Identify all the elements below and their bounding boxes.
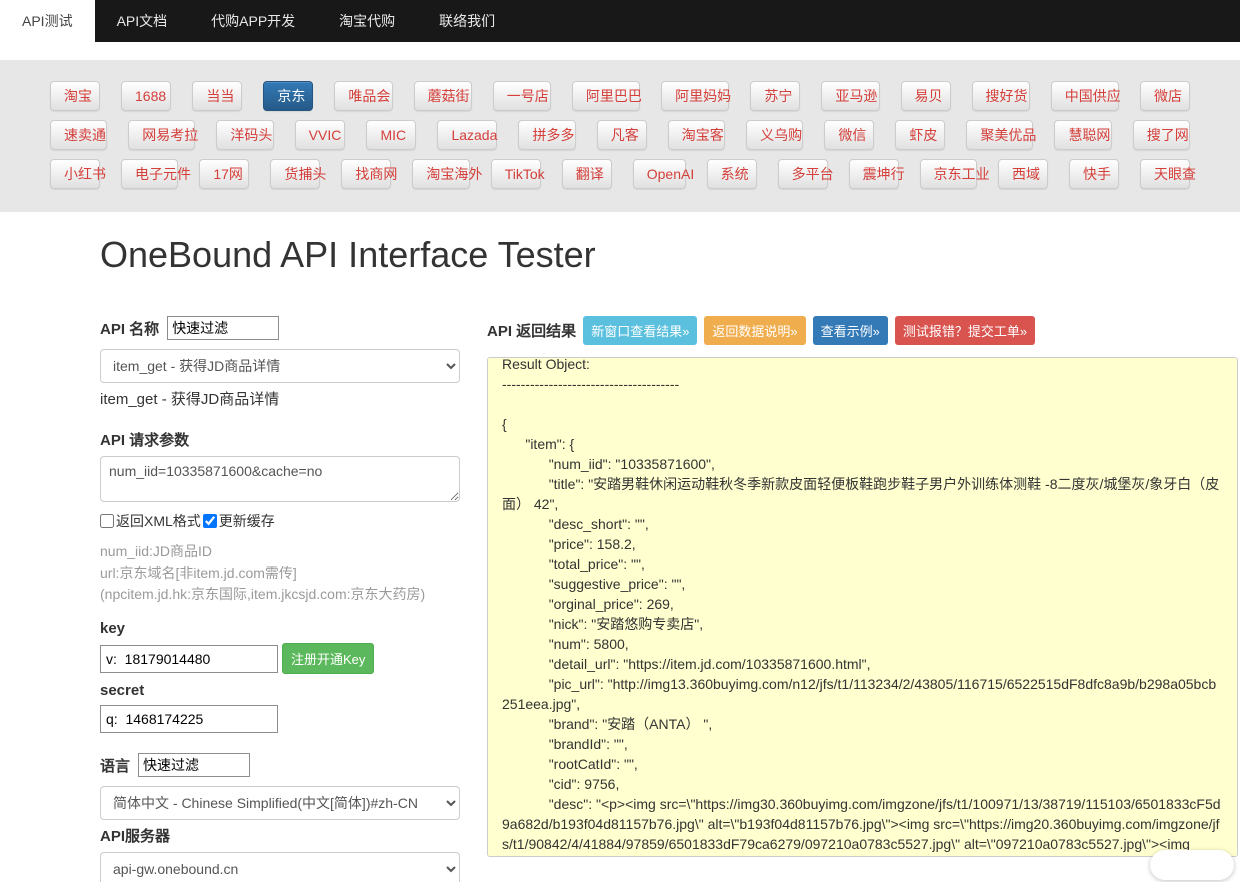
platform-button[interactable]: 搜好货 — [971, 81, 1030, 111]
secret-input[interactable] — [100, 705, 278, 734]
platform-button[interactable]: 淘宝客 — [667, 120, 726, 150]
platform-button[interactable]: VVIC — [294, 120, 346, 150]
result-action-button-0[interactable]: 新窗口查看结果» — [583, 316, 698, 345]
xml-format-checkbox[interactable] — [100, 514, 114, 528]
platform-button[interactable]: 京东 — [263, 81, 314, 111]
api-name-label: API 名称 — [100, 320, 160, 338]
result-label: API 返回结果 — [487, 323, 577, 340]
result-output[interactable]: Result Object: -------------------------… — [487, 357, 1238, 857]
api-name-filter-input[interactable] — [167, 316, 280, 340]
platform-button[interactable]: 拼多多 — [518, 120, 576, 150]
platform-button[interactable]: 苏宁 — [750, 81, 801, 111]
platform-button[interactable]: 系统 — [706, 159, 757, 189]
nav-item-contact-us[interactable]: 联络我们 — [417, 0, 517, 42]
platform-button[interactable]: 一号店 — [492, 81, 551, 111]
result-action-button-3[interactable]: 测试报错？提交工单» — [894, 316, 1036, 345]
platform-button[interactable]: 蘑菇街 — [413, 81, 472, 111]
platform-button[interactable]: 电子元件 — [121, 159, 191, 189]
platform-button[interactable]: 京东工业 — [919, 159, 990, 189]
xml-format-option[interactable]: 返回XML格式 — [100, 511, 201, 531]
page-title: OneBound API Interface Tester — [100, 234, 596, 275]
result-action-button-1[interactable]: 返回数据说明» — [704, 316, 806, 345]
platform-button[interactable]: 西域 — [998, 159, 1048, 189]
chat-widget[interactable] — [1150, 850, 1234, 880]
platform-button[interactable]: TikTok — [490, 159, 545, 189]
key-input[interactable] — [100, 644, 278, 673]
api-server-select[interactable]: api-gw.onebound.cn — [100, 852, 460, 882]
nav-item-agent-app-dev[interactable]: 代购APP开发 — [189, 0, 317, 42]
platform-button[interactable]: 小红书 — [50, 159, 106, 189]
api-method-caption: item_get - 获得JD商品详情 — [100, 391, 280, 408]
platform-button[interactable]: 淘宝 — [50, 81, 100, 111]
platform-button[interactable]: OpenAI — [632, 159, 694, 189]
platform-button[interactable]: 聚美优品 — [966, 120, 1036, 150]
platform-button[interactable]: 微信 — [824, 120, 875, 150]
platform-button[interactable]: 义乌购 — [746, 120, 804, 150]
platform-button[interactable]: 易贝 — [900, 81, 951, 111]
platform-button[interactable]: 17网 — [199, 159, 250, 189]
platform-button[interactable]: Lazada — [437, 120, 498, 150]
platform-button[interactable]: 天眼查 — [1140, 159, 1196, 189]
nav-item-api-test[interactable]: API测试 — [0, 0, 95, 42]
platform-button[interactable]: 震坤行 — [848, 159, 905, 189]
request-params-input[interactable]: num_iid=10335871600&cache=no — [100, 456, 460, 502]
nav-item-taobao-agent[interactable]: 淘宝代购 — [317, 0, 417, 42]
platform-button[interactable]: 搜了网 — [1132, 120, 1191, 150]
secret-label: secret — [100, 682, 145, 700]
main-content: OneBound API Interface Tester API 名称 ite… — [0, 212, 1240, 882]
platform-button[interactable]: 中国供应 — [1050, 81, 1121, 111]
platform-button[interactable]: 多平台 — [777, 159, 834, 189]
params-label: API 请求参数 — [100, 432, 190, 449]
platform-button[interactable]: 货捕头 — [270, 159, 326, 189]
platform-button[interactable]: 阿里妈妈 — [661, 81, 731, 111]
top-nav: API测试 API文档 代购APP开发 淘宝代购 联络我们 — [0, 0, 1240, 42]
platform-button[interactable]: 1688 — [121, 81, 172, 111]
platform-button[interactable]: 当当 — [192, 81, 243, 111]
platform-button[interactable]: 淘宝海外 — [412, 159, 482, 189]
platform-button[interactable]: 微店 — [1139, 81, 1190, 111]
platform-button[interactable]: 网易考拉 — [128, 120, 198, 150]
api-server-label: API服务器 — [100, 828, 171, 846]
register-key-button[interactable]: 注册开通Key — [282, 643, 375, 675]
platform-button[interactable]: 慧聪网 — [1054, 120, 1112, 150]
language-label: 语言 — [100, 757, 131, 775]
platform-button[interactable]: 速卖通 — [50, 120, 108, 150]
platform-button[interactable]: 快手 — [1069, 159, 1119, 189]
api-method-select[interactable]: item_get - 获得JD商品详情 — [100, 349, 460, 383]
platform-button[interactable]: 找商网 — [341, 159, 397, 189]
platform-button[interactable]: 亚马逊 — [821, 81, 880, 111]
request-form: API 名称 item_get - 获得JD商品详情 item_get - 获得… — [100, 316, 460, 882]
platform-button[interactable]: 凡客 — [596, 120, 647, 150]
language-filter-input[interactable] — [138, 753, 251, 778]
result-panel: API 返回结果 新窗口查看结果» 返回数据说明» 查看示例» 测试报错？提交工单» … — [487, 316, 1238, 882]
params-help-text: num_iid:JD商品ID url:京东域名[非item.jd.com需传] … — [100, 543, 426, 603]
nav-item-api-docs[interactable]: API文档 — [95, 0, 190, 42]
refresh-cache-checkbox[interactable] — [202, 514, 217, 528]
refresh-cache-option[interactable]: 更新缓存 — [202, 511, 275, 531]
platform-button[interactable]: 唯品会 — [334, 81, 393, 111]
platform-button[interactable]: 阿里巴巴 — [571, 81, 642, 111]
language-select[interactable]: 简体中文 - Chinese Simplified(中文[简体])#zh-CN — [100, 786, 460, 821]
result-action-button-2[interactable]: 查看示例» — [812, 316, 888, 345]
result-json-text: Result Object: -------------------------… — [502, 357, 1221, 852]
key-label: key — [100, 620, 126, 638]
platform-button[interactable]: MIC — [366, 120, 417, 150]
platform-button[interactable]: 洋码头 — [216, 120, 274, 150]
platform-button[interactable]: 翻译 — [561, 159, 612, 189]
platform-button[interactable]: 虾皮 — [895, 120, 946, 150]
platform-section: 淘宝 1688 当当 京东 唯品会 蘑菇街 一号店 阿里巴巴 阿里妈妈 苏宁 亚马逊 易贝 搜好货 中国供… — [0, 60, 1240, 212]
refresh-cache-label: 更新缓存 — [218, 513, 275, 529]
xml-format-label: 返回XML格式 — [116, 513, 201, 529]
